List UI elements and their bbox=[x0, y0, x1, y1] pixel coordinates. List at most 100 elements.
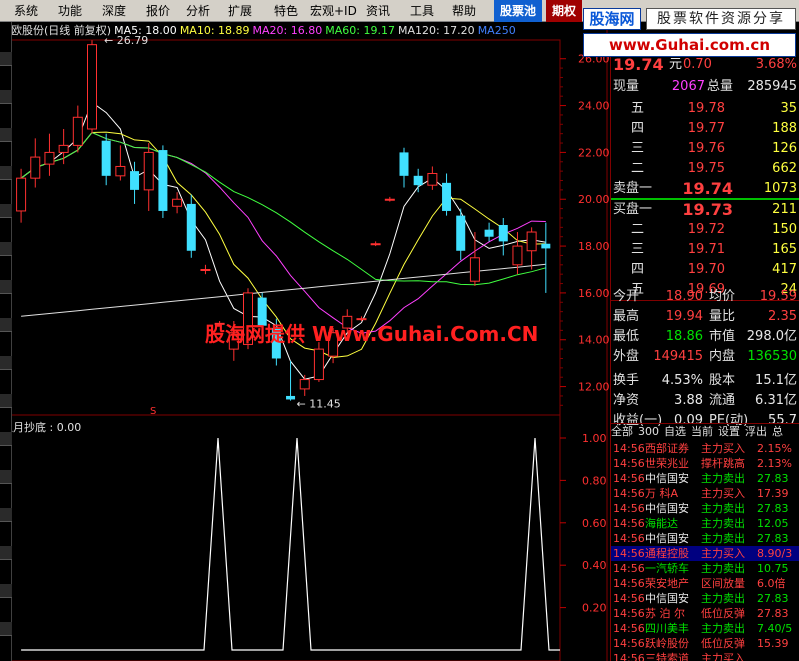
alert-type: 低位反弹 bbox=[701, 637, 745, 650]
stat-label: 最高 bbox=[613, 309, 640, 324]
alert-value: 10.75 bbox=[757, 562, 789, 575]
left-strip-tab[interactable] bbox=[0, 508, 12, 522]
alert-stock: 西部证券 bbox=[645, 442, 689, 455]
left-strip-tab[interactable] bbox=[0, 356, 12, 370]
alert-row[interactable]: 14:56 苏 泊 尔 低位反弹 27.83 bbox=[611, 606, 799, 621]
left-strip-tab[interactable] bbox=[0, 432, 12, 446]
candle-body bbox=[384, 198, 395, 201]
alert-time: 14:56 bbox=[613, 442, 645, 455]
alert-row[interactable]: 14:56 四川美丰 主力卖出 7.40/5 bbox=[611, 621, 799, 636]
alert-type: 主力卖出 bbox=[701, 472, 745, 485]
ind-tick-label: 0.40 bbox=[582, 559, 607, 572]
volume-row: 现量 2067 总量 285945 bbox=[611, 77, 799, 97]
stat-value: 4.53% bbox=[661, 373, 703, 388]
alert-tab-3[interactable]: 自选 bbox=[664, 425, 686, 438]
alert-time: 14:56 bbox=[613, 517, 645, 530]
alert-row[interactable]: 14:56 中信国安 主力卖出 27.83 bbox=[611, 501, 799, 516]
left-strip-tab[interactable] bbox=[0, 242, 12, 256]
left-strip-tab[interactable] bbox=[0, 52, 12, 66]
indicator-line bbox=[21, 437, 560, 651]
candle-body bbox=[30, 156, 41, 179]
candle-body bbox=[130, 171, 140, 190]
alert-row[interactable]: 14:56 海能达 主力卖出 12.05 bbox=[611, 516, 799, 531]
candle-body bbox=[143, 151, 154, 191]
alert-row[interactable]: 14:56 中信国安 主力卖出 27.83 bbox=[611, 471, 799, 486]
alert-type: 主力卖出 bbox=[701, 592, 745, 605]
bid-price: 19.73 bbox=[682, 200, 733, 219]
alert-time: 14:56 bbox=[613, 457, 645, 470]
signal-marker: S bbox=[150, 406, 156, 417]
ma-label-3: MA60: 19.17 bbox=[325, 24, 395, 37]
watermark-slogan: 股票软件资源分享 bbox=[646, 8, 796, 30]
alert-tab-4[interactable]: 当前 bbox=[691, 425, 713, 438]
ind-tick-label: 1.00 bbox=[582, 432, 607, 445]
alert-tab-5[interactable]: 设置 bbox=[718, 425, 740, 438]
candle-body bbox=[442, 182, 452, 211]
candle-body bbox=[427, 172, 438, 186]
quote-panel: 19.74 元 0.70 3.68% 现量 2067 总量 285945 五 19.78 35 四 19… bbox=[610, 55, 799, 661]
alert-tab-6[interactable]: 浮出 bbox=[745, 425, 767, 438]
stat-row-1: 今开 18.90 均价 19.59 bbox=[611, 287, 799, 307]
bid-label: 三 bbox=[631, 242, 645, 257]
stat-label: 今开 bbox=[613, 289, 640, 304]
stat-value: 18.86 bbox=[665, 329, 703, 344]
stat-value: 15.1亿 bbox=[755, 373, 797, 388]
left-strip-tab[interactable] bbox=[0, 470, 12, 484]
chart-title-bar: 利欧股份(日线 前复权) MA5: 18.00 MA10: 18.89 MA20: 1… bbox=[0, 22, 519, 40]
stat-label: 股本 bbox=[709, 373, 736, 388]
stat-value: 18.90 bbox=[665, 289, 703, 304]
alert-type: 主力卖出 bbox=[701, 622, 745, 635]
alert-time: 14:56 bbox=[613, 562, 645, 575]
stat-label: 最低 bbox=[613, 329, 640, 344]
alert-stock: 荣安地产 bbox=[645, 577, 689, 590]
alert-tab-2[interactable]: 300 bbox=[638, 425, 659, 438]
ma-label-4: MA120: 17.20 bbox=[397, 24, 475, 37]
alert-time: 14:56 bbox=[613, 577, 645, 590]
alert-row[interactable]: 14:56 万 科A 主力买入 17.39 bbox=[611, 486, 799, 501]
alert-tab-7[interactable]: 总 bbox=[772, 425, 783, 438]
left-strip-tab[interactable] bbox=[0, 318, 12, 332]
alert-row[interactable]: 14:56 西部证券 主力买入 2.15% bbox=[611, 441, 799, 456]
ask-label: 四 bbox=[631, 121, 645, 136]
candle-body bbox=[484, 229, 494, 237]
stat-label: 外盘 bbox=[613, 349, 640, 364]
alert-row[interactable]: 14:56 三特索道 主力买入 bbox=[611, 651, 799, 661]
alert-row[interactable]: 14:56 一汽轿车 主力卖出 10.75 bbox=[611, 561, 799, 576]
alert-row[interactable]: 14:56 通程控股 主力买入 8.90/3 bbox=[611, 546, 799, 561]
alert-stock: 四川美丰 bbox=[645, 622, 689, 635]
ask-row-5: 卖盘一 19.74 1073 bbox=[611, 179, 799, 199]
bid-row-1: 买盘一 19.73 211 bbox=[611, 200, 799, 220]
candle-body bbox=[541, 243, 551, 249]
alert-type: 主力卖出 bbox=[701, 502, 745, 515]
left-strip-tab[interactable] bbox=[0, 128, 12, 142]
left-side-strip[interactable] bbox=[0, 22, 12, 661]
alert-row[interactable]: 14:56 跃岭股份 低位反弹 15.39 bbox=[611, 636, 799, 651]
left-strip-tab[interactable] bbox=[0, 584, 12, 598]
left-strip-tab[interactable] bbox=[0, 546, 12, 560]
alert-row[interactable]: 14:56 荣安地产 区间放量 6.0倍 bbox=[611, 576, 799, 591]
candle-body bbox=[158, 150, 168, 211]
ma60-line bbox=[20, 131, 546, 286]
alert-value: 17.39 bbox=[757, 487, 789, 500]
left-strip-tab[interactable] bbox=[0, 622, 12, 636]
left-strip-tab[interactable] bbox=[0, 394, 12, 408]
ind-tick-label: 0.20 bbox=[582, 602, 607, 615]
left-strip-tab[interactable] bbox=[0, 280, 12, 294]
ma-label-1: MA10: 18.89 bbox=[179, 24, 250, 37]
ask-price: 19.76 bbox=[687, 141, 725, 156]
alert-tab-1[interactable]: 全部 bbox=[611, 425, 633, 438]
change-prefix: 元 bbox=[669, 57, 683, 72]
ma-label-2: MA20: 16.80 bbox=[252, 24, 323, 37]
indicator-title: 八月抄底 : 0.00 bbox=[2, 421, 82, 434]
left-strip-tab[interactable] bbox=[0, 90, 12, 104]
left-strip-tab[interactable] bbox=[0, 204, 12, 218]
bid-label: 二 bbox=[631, 222, 645, 237]
candle-body bbox=[469, 257, 480, 282]
left-strip-tab[interactable] bbox=[0, 166, 12, 180]
alert-row[interactable]: 14:56 世荣兆业 撑杆跳高 2.13% bbox=[611, 456, 799, 471]
ma120-line bbox=[21, 263, 546, 317]
stat-row-4: 外盘 149415 内盘 136530 bbox=[611, 347, 799, 367]
ask-price: 19.77 bbox=[687, 121, 725, 136]
alert-row[interactable]: 14:56 中信国安 主力卖出 27.83 bbox=[611, 591, 799, 606]
alert-row[interactable]: 14:56 中信国安 主力卖出 27.83 bbox=[611, 531, 799, 546]
